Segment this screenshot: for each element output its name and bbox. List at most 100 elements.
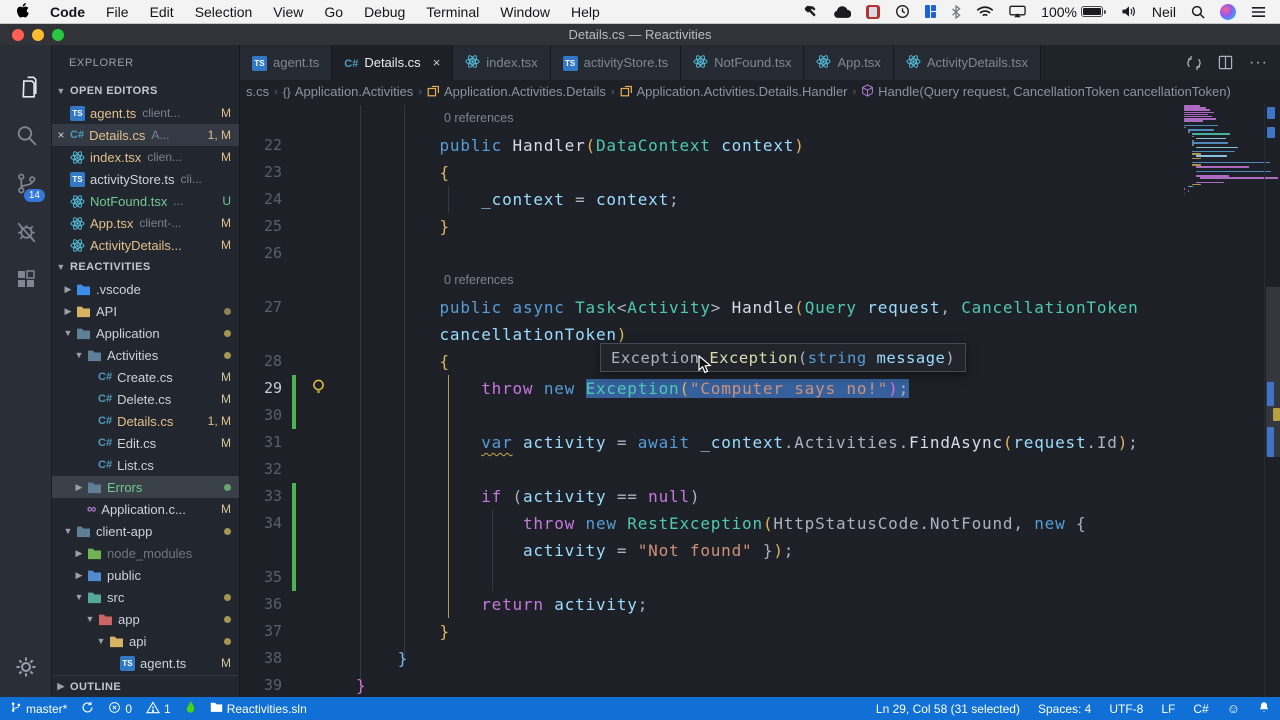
code-line[interactable]: 32	[240, 456, 1184, 483]
close-editor-icon[interactable]: ×	[52, 128, 70, 142]
tree-item--vscode[interactable]: ▶ .vscode	[52, 278, 239, 300]
menu-item-go[interactable]: Go	[324, 4, 343, 20]
code-line[interactable]: 26	[240, 240, 1184, 267]
apple-menu-icon[interactable]	[16, 2, 29, 21]
window-titlebar[interactable]: Details.cs — Reactivities	[0, 24, 1280, 45]
status-folder[interactable]: Reactivities.sln	[210, 697, 307, 720]
menu-item-code[interactable]: Code	[50, 4, 85, 20]
open-changes-icon[interactable]	[1186, 55, 1202, 71]
open-editor-item[interactable]: NotFound.tsx... U	[52, 190, 239, 212]
code-line[interactable]: 25 }	[240, 213, 1184, 240]
overview-ruler[interactable]	[1264, 103, 1280, 697]
tab-activitydetails.tsx[interactable]: ActivityDetails.tsx	[893, 45, 1041, 80]
status-bell[interactable]	[1258, 697, 1270, 720]
volume-icon[interactable]	[1121, 5, 1137, 18]
open-editors-header[interactable]: ▼ OPEN EDITORS	[52, 80, 239, 102]
outline-header[interactable]: ▶ OUTLINE	[52, 675, 239, 697]
tree-item-application-c-[interactable]: ∞ Application.c... M	[52, 498, 239, 520]
tree-item-app[interactable]: ▼ app	[52, 608, 239, 630]
debug-icon[interactable]	[0, 207, 52, 255]
tree-item-src[interactable]: ▼ src	[52, 586, 239, 608]
tab-index.tsx[interactable]: index.tsx	[453, 45, 551, 80]
menu-item-terminal[interactable]: Terminal	[426, 4, 479, 20]
breadcrumb-item[interactable]: s.cs	[246, 84, 269, 99]
tree-item-public[interactable]: ▶ public	[52, 564, 239, 586]
open-editor-item[interactable]: App.tsx client-... M	[52, 212, 239, 234]
maximize-window-button[interactable]	[52, 28, 64, 41]
open-editor-item[interactable]: TS activityStore.ts cli...	[52, 168, 239, 190]
settings-gear-icon[interactable]	[0, 643, 52, 691]
spotlight-search-icon[interactable]	[1191, 5, 1205, 19]
tree-item-create-cs[interactable]: C# Create.cs M	[52, 366, 239, 388]
code-line[interactable]: 39}	[240, 672, 1184, 697]
code-line[interactable]: 34 throw new RestException(HttpStatusCod…	[240, 510, 1184, 537]
search-icon[interactable]	[0, 111, 52, 159]
breadcrumb-item[interactable]: {} Application.Activities	[283, 84, 414, 99]
status-flame[interactable]	[185, 697, 196, 720]
tree-item-details-cs[interactable]: C# Details.cs 1, M	[52, 410, 239, 432]
menu-item-window[interactable]: Window	[500, 4, 550, 20]
battery-indicator[interactable]: 100%	[1041, 4, 1106, 20]
code-line[interactable]: 37 }	[240, 618, 1184, 645]
airplay-icon[interactable]	[1009, 5, 1026, 18]
status-spaces-4[interactable]: Spaces: 4	[1038, 697, 1091, 720]
extensions-icon[interactable]	[0, 255, 52, 303]
code-line[interactable]: activity = "Not found" });	[240, 537, 1184, 564]
cloud-icon[interactable]	[833, 5, 851, 18]
tree-item-delete-cs[interactable]: C# Delete.cs M	[52, 388, 239, 410]
bluetooth-icon[interactable]	[951, 4, 961, 19]
menu-item-edit[interactable]: Edit	[150, 4, 174, 20]
time-machine-icon[interactable]	[895, 4, 910, 19]
status-ln-29-col-58-31-selected-[interactable]: Ln 29, Col 58 (31 selected)	[876, 697, 1020, 720]
menu-item-selection[interactable]: Selection	[195, 4, 253, 20]
code-editor[interactable]: 0 references 22 public Handler(DataContex…	[240, 103, 1280, 697]
breadcrumb-item[interactable]: Handle(Query request, CancellationToken …	[861, 83, 1231, 100]
open-editor-item[interactable]: × C# Details.cs A... 1, M	[52, 124, 239, 146]
tree-item-application[interactable]: ▼ Application	[52, 322, 239, 344]
code-line[interactable]: 38 }	[240, 645, 1184, 672]
tree-item-edit-cs[interactable]: C# Edit.cs M	[52, 432, 239, 454]
status-error[interactable]: 0	[108, 697, 132, 720]
wifi-icon[interactable]	[976, 5, 994, 18]
code-line[interactable]: 22 public Handler(DataContext context)	[240, 132, 1184, 159]
more-actions-icon[interactable]: ···	[1249, 54, 1268, 72]
open-editor-item[interactable]: TS agent.ts client... M	[52, 102, 239, 124]
menu-item-debug[interactable]: Debug	[364, 4, 405, 20]
code-line[interactable]: 23 {	[240, 159, 1184, 186]
explorer-icon[interactable]	[0, 63, 52, 111]
tree-item-errors[interactable]: ▶ Errors	[52, 476, 239, 498]
status-warning[interactable]: 1	[146, 697, 171, 720]
menu-item-file[interactable]: File	[106, 4, 129, 20]
tree-item-list-cs[interactable]: C# List.cs	[52, 454, 239, 476]
menu-item-view[interactable]: View	[273, 4, 303, 20]
status-utf-8[interactable]: UTF-8	[1109, 697, 1143, 720]
tool-icon[interactable]	[803, 4, 818, 19]
code-line[interactable]: 24 _context = context;	[240, 186, 1184, 213]
tree-item-activities[interactable]: ▼ Activities	[52, 344, 239, 366]
tab-details.cs[interactable]: C# Details.cs ×	[332, 45, 454, 80]
tab-notfound.tsx[interactable]: NotFound.tsx	[681, 45, 805, 80]
tree-item-node-modules[interactable]: ▶ node_modules	[52, 542, 239, 564]
breadcrumb-item[interactable]: Application.Activities.Details.Handler	[620, 84, 848, 100]
code-line[interactable]: 33 if (activity == null)	[240, 483, 1184, 510]
tree-item-api[interactable]: ▼ api	[52, 630, 239, 652]
code-line[interactable]: 36 return activity;	[240, 591, 1184, 618]
parallels-icon[interactable]	[924, 5, 937, 18]
codelens-references-link[interactable]: 0 references	[444, 267, 513, 294]
tree-item-client-app[interactable]: ▼ client-app	[52, 520, 239, 542]
tab-app.tsx[interactable]: App.tsx	[804, 45, 894, 80]
tree-item-agent-ts[interactable]: TS agent.ts M	[52, 652, 239, 674]
notification-center-icon[interactable]	[1251, 6, 1266, 18]
code-line[interactable]: 27 public async Task<Activity> Handle(Qu…	[240, 294, 1184, 321]
breadcrumb-item[interactable]: Application.Activities.Details	[427, 84, 606, 100]
status-c#[interactable]: C#	[1193, 697, 1208, 720]
open-editor-item[interactable]: index.tsx clien... M	[52, 146, 239, 168]
menu-item-help[interactable]: Help	[571, 4, 600, 20]
user-name[interactable]: Neil	[1152, 4, 1176, 20]
minimize-window-button[interactable]	[32, 28, 44, 41]
status-smiley[interactable]: ☺	[1227, 697, 1240, 720]
code-line[interactable]: 31 var activity = await _context.Activit…	[240, 429, 1184, 456]
split-editor-icon[interactable]	[1218, 55, 1233, 70]
source-control-icon[interactable]: 14	[0, 159, 52, 207]
status-sync[interactable]	[81, 697, 94, 720]
